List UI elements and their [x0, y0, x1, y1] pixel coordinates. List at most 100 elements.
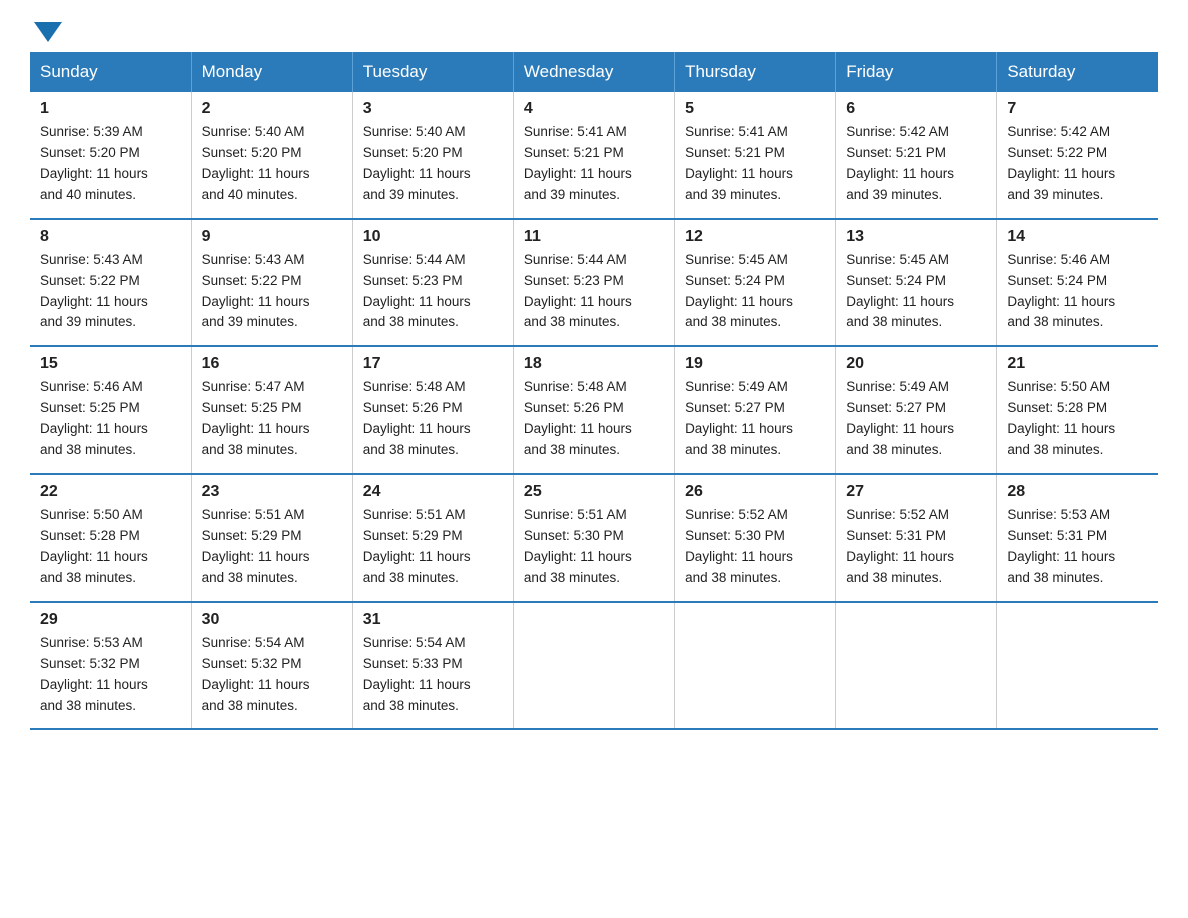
calendar-cell: 28 Sunrise: 5:53 AMSunset: 5:31 PMDaylig… [997, 474, 1158, 602]
day-number: 30 [202, 611, 342, 629]
day-number: 9 [202, 228, 342, 246]
day-info: Sunrise: 5:51 AMSunset: 5:29 PMDaylight:… [363, 507, 471, 585]
day-header-tuesday: Tuesday [352, 52, 513, 92]
calendar-cell: 22 Sunrise: 5:50 AMSunset: 5:28 PMDaylig… [30, 474, 191, 602]
calendar-cell: 7 Sunrise: 5:42 AMSunset: 5:22 PMDayligh… [997, 92, 1158, 219]
calendar-cell [997, 602, 1158, 730]
day-info: Sunrise: 5:47 AMSunset: 5:25 PMDaylight:… [202, 379, 310, 457]
day-info: Sunrise: 5:41 AMSunset: 5:21 PMDaylight:… [685, 124, 793, 202]
day-info: Sunrise: 5:43 AMSunset: 5:22 PMDaylight:… [40, 252, 148, 330]
day-info: Sunrise: 5:40 AMSunset: 5:20 PMDaylight:… [363, 124, 471, 202]
day-number: 10 [363, 228, 503, 246]
day-info: Sunrise: 5:50 AMSunset: 5:28 PMDaylight:… [40, 507, 148, 585]
day-info: Sunrise: 5:52 AMSunset: 5:31 PMDaylight:… [846, 507, 954, 585]
calendar-cell: 19 Sunrise: 5:49 AMSunset: 5:27 PMDaylig… [675, 346, 836, 474]
day-info: Sunrise: 5:53 AMSunset: 5:31 PMDaylight:… [1007, 507, 1115, 585]
calendar-cell: 4 Sunrise: 5:41 AMSunset: 5:21 PMDayligh… [513, 92, 674, 219]
calendar-cell: 15 Sunrise: 5:46 AMSunset: 5:25 PMDaylig… [30, 346, 191, 474]
calendar-cell [513, 602, 674, 730]
day-header-friday: Friday [836, 52, 997, 92]
logo [30, 20, 62, 42]
day-info: Sunrise: 5:41 AMSunset: 5:21 PMDaylight:… [524, 124, 632, 202]
calendar-cell: 1 Sunrise: 5:39 AMSunset: 5:20 PMDayligh… [30, 92, 191, 219]
day-number: 17 [363, 355, 503, 373]
day-number: 29 [40, 611, 181, 629]
day-number: 5 [685, 100, 825, 118]
week-row-2: 8 Sunrise: 5:43 AMSunset: 5:22 PMDayligh… [30, 219, 1158, 347]
day-info: Sunrise: 5:42 AMSunset: 5:22 PMDaylight:… [1007, 124, 1115, 202]
day-info: Sunrise: 5:39 AMSunset: 5:20 PMDaylight:… [40, 124, 148, 202]
day-header-saturday: Saturday [997, 52, 1158, 92]
day-number: 31 [363, 611, 503, 629]
calendar-cell: 2 Sunrise: 5:40 AMSunset: 5:20 PMDayligh… [191, 92, 352, 219]
calendar-cell: 23 Sunrise: 5:51 AMSunset: 5:29 PMDaylig… [191, 474, 352, 602]
calendar-cell: 25 Sunrise: 5:51 AMSunset: 5:30 PMDaylig… [513, 474, 674, 602]
calendar-cell: 6 Sunrise: 5:42 AMSunset: 5:21 PMDayligh… [836, 92, 997, 219]
day-header-thursday: Thursday [675, 52, 836, 92]
calendar-table: SundayMondayTuesdayWednesdayThursdayFrid… [30, 52, 1158, 730]
day-info: Sunrise: 5:51 AMSunset: 5:29 PMDaylight:… [202, 507, 310, 585]
day-number: 19 [685, 355, 825, 373]
day-number: 14 [1007, 228, 1148, 246]
calendar-cell: 10 Sunrise: 5:44 AMSunset: 5:23 PMDaylig… [352, 219, 513, 347]
calendar-cell: 5 Sunrise: 5:41 AMSunset: 5:21 PMDayligh… [675, 92, 836, 219]
day-info: Sunrise: 5:49 AMSunset: 5:27 PMDaylight:… [846, 379, 954, 457]
day-number: 15 [40, 355, 181, 373]
calendar-cell [836, 602, 997, 730]
day-info: Sunrise: 5:48 AMSunset: 5:26 PMDaylight:… [363, 379, 471, 457]
day-number: 25 [524, 483, 664, 501]
day-info: Sunrise: 5:40 AMSunset: 5:20 PMDaylight:… [202, 124, 310, 202]
day-info: Sunrise: 5:44 AMSunset: 5:23 PMDaylight:… [363, 252, 471, 330]
day-info: Sunrise: 5:44 AMSunset: 5:23 PMDaylight:… [524, 252, 632, 330]
day-number: 12 [685, 228, 825, 246]
day-number: 2 [202, 100, 342, 118]
calendar-cell: 27 Sunrise: 5:52 AMSunset: 5:31 PMDaylig… [836, 474, 997, 602]
day-info: Sunrise: 5:45 AMSunset: 5:24 PMDaylight:… [846, 252, 954, 330]
day-number: 3 [363, 100, 503, 118]
logo-blue-text [30, 20, 62, 42]
day-number: 18 [524, 355, 664, 373]
day-info: Sunrise: 5:54 AMSunset: 5:33 PMDaylight:… [363, 635, 471, 713]
day-number: 26 [685, 483, 825, 501]
day-number: 6 [846, 100, 986, 118]
day-number: 1 [40, 100, 181, 118]
day-number: 4 [524, 100, 664, 118]
day-number: 13 [846, 228, 986, 246]
calendar-cell: 29 Sunrise: 5:53 AMSunset: 5:32 PMDaylig… [30, 602, 191, 730]
day-info: Sunrise: 5:53 AMSunset: 5:32 PMDaylight:… [40, 635, 148, 713]
day-number: 20 [846, 355, 986, 373]
day-number: 22 [40, 483, 181, 501]
calendar-cell: 12 Sunrise: 5:45 AMSunset: 5:24 PMDaylig… [675, 219, 836, 347]
week-row-3: 15 Sunrise: 5:46 AMSunset: 5:25 PMDaylig… [30, 346, 1158, 474]
calendar-cell: 14 Sunrise: 5:46 AMSunset: 5:24 PMDaylig… [997, 219, 1158, 347]
day-number: 21 [1007, 355, 1148, 373]
day-info: Sunrise: 5:48 AMSunset: 5:26 PMDaylight:… [524, 379, 632, 457]
day-info: Sunrise: 5:42 AMSunset: 5:21 PMDaylight:… [846, 124, 954, 202]
calendar-cell: 26 Sunrise: 5:52 AMSunset: 5:30 PMDaylig… [675, 474, 836, 602]
day-number: 24 [363, 483, 503, 501]
calendar-cell: 17 Sunrise: 5:48 AMSunset: 5:26 PMDaylig… [352, 346, 513, 474]
day-header-sunday: Sunday [30, 52, 191, 92]
day-number: 11 [524, 228, 664, 246]
day-info: Sunrise: 5:46 AMSunset: 5:25 PMDaylight:… [40, 379, 148, 457]
calendar-cell [675, 602, 836, 730]
day-number: 8 [40, 228, 181, 246]
day-number: 27 [846, 483, 986, 501]
calendar-cell: 8 Sunrise: 5:43 AMSunset: 5:22 PMDayligh… [30, 219, 191, 347]
day-info: Sunrise: 5:43 AMSunset: 5:22 PMDaylight:… [202, 252, 310, 330]
day-info: Sunrise: 5:50 AMSunset: 5:28 PMDaylight:… [1007, 379, 1115, 457]
calendar-cell: 24 Sunrise: 5:51 AMSunset: 5:29 PMDaylig… [352, 474, 513, 602]
week-row-4: 22 Sunrise: 5:50 AMSunset: 5:28 PMDaylig… [30, 474, 1158, 602]
calendar-cell: 9 Sunrise: 5:43 AMSunset: 5:22 PMDayligh… [191, 219, 352, 347]
logo-triangle-icon [34, 22, 62, 42]
day-number: 16 [202, 355, 342, 373]
day-info: Sunrise: 5:49 AMSunset: 5:27 PMDaylight:… [685, 379, 793, 457]
calendar-cell: 31 Sunrise: 5:54 AMSunset: 5:33 PMDaylig… [352, 602, 513, 730]
day-number: 7 [1007, 100, 1148, 118]
day-number: 23 [202, 483, 342, 501]
calendar-cell: 11 Sunrise: 5:44 AMSunset: 5:23 PMDaylig… [513, 219, 674, 347]
calendar-cell: 16 Sunrise: 5:47 AMSunset: 5:25 PMDaylig… [191, 346, 352, 474]
day-header-monday: Monday [191, 52, 352, 92]
calendar-cell: 20 Sunrise: 5:49 AMSunset: 5:27 PMDaylig… [836, 346, 997, 474]
page-header [30, 20, 1158, 42]
